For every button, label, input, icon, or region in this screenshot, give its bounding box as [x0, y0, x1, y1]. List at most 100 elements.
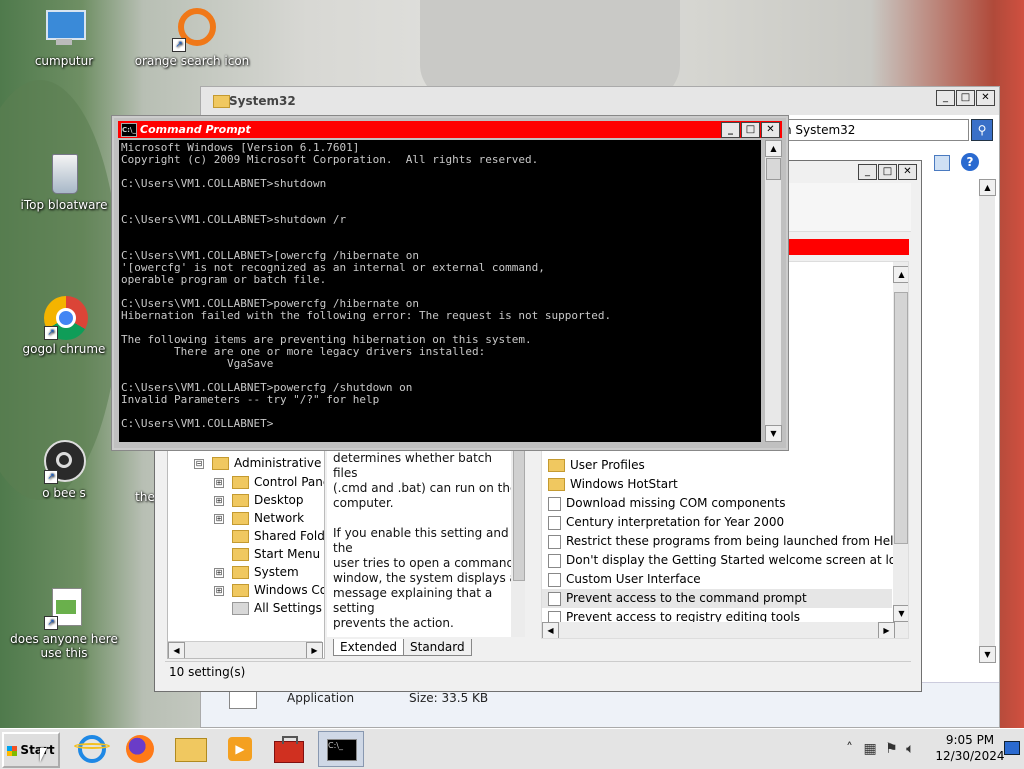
- maximize-button[interactable]: □: [878, 164, 897, 180]
- setting-row[interactable]: Windows HotStart: [542, 475, 892, 494]
- scroll-up-button[interactable]: ▲: [765, 140, 782, 157]
- desktop-icon-recycle-bin[interactable]: iTop bloatware: [4, 152, 124, 212]
- tree-row[interactable]: ⊞ Desktop: [214, 491, 304, 509]
- toolbox-icon[interactable]: [270, 733, 306, 765]
- folder-icon: [232, 602, 249, 615]
- desktop-icon-orange-search[interactable]: ↗ orange search icon: [132, 8, 252, 68]
- console-vscroll[interactable]: ▲ ▼: [765, 140, 782, 442]
- maximize-button[interactable]: □: [741, 122, 760, 138]
- setting-row[interactable]: User Profiles: [542, 456, 892, 475]
- tree-row[interactable]: All Settings: [232, 599, 322, 617]
- search-icon[interactable]: ⚲: [971, 119, 993, 141]
- minimize-button[interactable]: _: [721, 122, 740, 138]
- setting-row[interactable]: Restrict these programs from being launc…: [542, 532, 901, 551]
- explorer-title: System32: [229, 94, 296, 108]
- description-line: [333, 511, 519, 526]
- setting-row[interactable]: Prevent access to the command prompt: [542, 589, 892, 608]
- explorer-titlebar[interactable]: System32 _ □ ✕: [201, 87, 999, 115]
- view-tabs[interactable]: Extended Standard: [333, 639, 472, 657]
- media-player-icon[interactable]: ▶: [222, 733, 258, 765]
- start-button[interactable]: Start: [2, 732, 60, 768]
- tree-row[interactable]: ⊟ Administrative Te: [194, 454, 324, 472]
- setting-label: Century interpretation for Year 2000: [566, 515, 785, 529]
- desktop-icon-chrome[interactable]: ↗ gogol chrume: [4, 296, 124, 356]
- scroll-thumb[interactable]: [766, 158, 781, 180]
- folder-icon: [548, 478, 565, 491]
- internet-explorer-icon[interactable]: [74, 733, 110, 765]
- volume-icon[interactable]: 🔈︎: [906, 741, 914, 757]
- close-button[interactable]: ✕: [898, 164, 917, 180]
- tree-row[interactable]: Shared Folder: [232, 527, 325, 545]
- settings-vscroll[interactable]: ▲ ▼: [893, 262, 908, 622]
- tree-row[interactable]: ⊞ System: [214, 563, 299, 581]
- policy-setting-icon: [548, 591, 561, 606]
- obs-icon: ↗: [42, 440, 86, 484]
- desktop-icon-notepad[interactable]: ↗ does anyone here use this: [4, 586, 124, 660]
- tree-label: Desktop: [254, 493, 304, 507]
- desktop-icon-label: gogol chrume: [22, 342, 106, 356]
- action-center-flag-icon[interactable]: ⚑: [885, 741, 898, 757]
- expander-icon[interactable]: ⊞: [214, 585, 224, 596]
- tree-row[interactable]: ⊞ Windows Cor: [214, 581, 324, 599]
- scroll-down-button[interactable]: ▼: [765, 425, 782, 442]
- maximize-button[interactable]: □: [956, 90, 975, 106]
- file-explorer-icon[interactable]: [172, 733, 208, 765]
- system-tray[interactable]: ˄ ▦ ⚑ 🔈︎: [840, 733, 940, 765]
- clock[interactable]: 9:05 PM 12/30/2024: [934, 732, 1006, 764]
- shortcut-arrow-icon: ↗: [44, 326, 58, 340]
- minimize-button[interactable]: _: [936, 90, 955, 106]
- expander-icon[interactable]: ⊞: [214, 477, 224, 488]
- expander-icon[interactable]: ⊞: [214, 567, 224, 578]
- expander-icon[interactable]: ⊞: [214, 495, 224, 506]
- minimize-button[interactable]: _: [858, 164, 877, 180]
- tree-label: Start Menu ar: [254, 547, 324, 561]
- command-prompt-window[interactable]: C:\_ Command Prompt _ □ ✕ Microsoft Wind…: [112, 116, 788, 450]
- tab-extended[interactable]: Extended: [333, 639, 404, 656]
- tree-row[interactable]: ⊞ Control Panel: [214, 473, 324, 491]
- preview-pane-icon[interactable]: [934, 155, 950, 171]
- setting-row[interactable]: Custom User Interface: [542, 570, 892, 589]
- expander-icon[interactable]: ⊞: [214, 513, 224, 524]
- folder-icon: [232, 494, 249, 507]
- setting-row[interactable]: Century interpretation for Year 2000: [542, 513, 892, 532]
- setting-row[interactable]: Download missing COM components: [542, 494, 892, 513]
- tree-row[interactable]: Start Menu ar: [232, 545, 324, 563]
- cmd-titlebar[interactable]: C:\_ Command Prompt _ □ ✕: [118, 121, 782, 138]
- folder-icon: [232, 512, 249, 525]
- explorer-vscroll[interactable]: ▲ ▼: [979, 179, 996, 663]
- tree-label: All Settings: [254, 601, 322, 615]
- console-output[interactable]: Microsoft Windows [Version 6.1.7601] Cop…: [119, 140, 761, 442]
- tree-pane[interactable]: ⊟ Administrative Te ⊞ Control Panel ⊞ Deskt…: [167, 445, 325, 659]
- status-count: 10 setting(s): [169, 665, 246, 679]
- tree-hscroll[interactable]: ◀ ▶: [168, 641, 323, 658]
- explorer-search-box[interactable]: n System32: [779, 119, 969, 141]
- windows-logo-icon: [7, 745, 18, 756]
- setting-row[interactable]: Don't display the Getting Started welcom…: [542, 551, 908, 570]
- policy-setting-icon: [548, 572, 561, 587]
- folder-icon: [548, 459, 565, 472]
- shortcut-arrow-icon: ↗: [44, 616, 58, 630]
- desktop-icon-label: the: [135, 490, 155, 504]
- desktop-icon-label: does anyone here use this: [10, 632, 118, 660]
- tree-label: Shared Folder: [254, 529, 325, 543]
- tree-row[interactable]: ⊞ Network: [214, 509, 304, 527]
- desktop-icon-computer[interactable]: cumputur: [4, 8, 124, 68]
- setting-label: Restrict these programs from being launc…: [566, 534, 902, 548]
- tab-standard[interactable]: Standard: [403, 639, 472, 656]
- show-hidden-icons-icon[interactable]: ˄: [846, 741, 853, 757]
- settings-hscroll[interactable]: ◀ ▶: [542, 622, 908, 638]
- cmd-taskbar-button[interactable]: C:\_: [318, 731, 364, 767]
- description-vscroll[interactable]: [511, 445, 525, 637]
- file-icon: [229, 689, 257, 709]
- close-button[interactable]: ✕: [976, 90, 995, 106]
- show-desktop-icon[interactable]: [1004, 741, 1020, 755]
- folder-icon: [232, 548, 249, 561]
- expander-icon[interactable]: ⊟: [194, 458, 204, 469]
- help-icon[interactable]: ?: [961, 153, 979, 171]
- close-button[interactable]: ✕: [761, 122, 780, 138]
- description-line: determines whether batch files: [333, 451, 493, 480]
- folder-icon: [213, 95, 230, 108]
- folder-icon: [212, 457, 229, 470]
- network-icon[interactable]: ▦: [863, 741, 876, 757]
- firefox-icon[interactable]: [122, 733, 158, 765]
